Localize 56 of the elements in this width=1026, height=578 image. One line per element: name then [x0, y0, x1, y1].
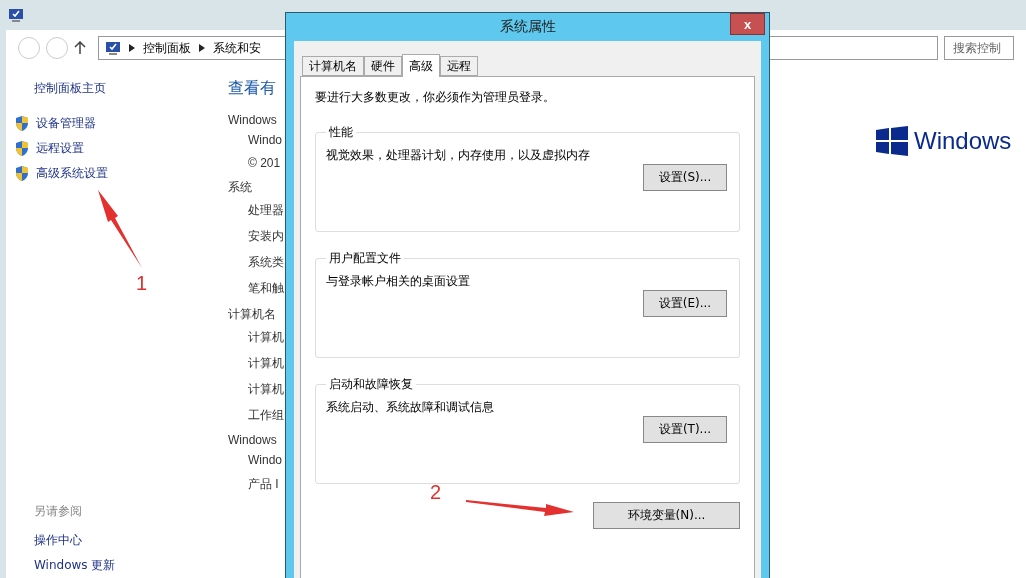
sidebar-link[interactable]: 高级系统设置 — [36, 165, 108, 182]
windows-logo-text: Windows — [914, 127, 1012, 155]
tab[interactable]: 计算机名 — [302, 56, 364, 76]
sidebar-link[interactable]: 远程设置 — [36, 140, 84, 157]
computer-icon — [105, 40, 121, 56]
tab[interactable]: 硬件 — [364, 56, 402, 76]
close-button[interactable]: x — [730, 13, 765, 35]
info-label: 计算机 — [248, 330, 284, 344]
info-label: Windo — [248, 453, 282, 467]
info-label: 处理器 — [248, 203, 284, 217]
settings-button[interactable]: 设置(S)... — [643, 164, 727, 191]
info-label: 笔和触 — [248, 281, 284, 295]
info-label: 安装内 — [248, 229, 284, 243]
info-label: 产品 I — [248, 477, 279, 491]
sidebar-link[interactable]: 设备管理器 — [36, 115, 96, 132]
admin-notice: 要进行大多数更改，你必须作为管理员登录。 — [315, 89, 556, 106]
tab[interactable]: 高级 — [402, 54, 440, 77]
info-label: 工作组 — [248, 408, 284, 422]
group-title: 性能 — [328, 124, 354, 141]
up-arrow-icon[interactable] — [74, 41, 86, 55]
group-description: 视觉效果，处理器计划，内存使用，以及虚拟内存 — [326, 147, 591, 164]
settings-button[interactable]: 设置(E)... — [643, 290, 727, 317]
search-field[interactable]: 搜索控制 — [944, 36, 1014, 60]
shield-icon — [14, 115, 30, 132]
computer-icon — [8, 7, 24, 23]
dialog-title: 系统属性 — [499, 18, 556, 36]
environment-variables-button[interactable]: 环境变量(N)... — [593, 502, 740, 529]
section-title: 系统 — [228, 179, 252, 196]
section-title: 计算机名 — [228, 306, 276, 323]
group-title: 启动和故障恢复 — [328, 376, 414, 393]
group-description: 与登录帐户相关的桌面设置 — [326, 273, 471, 290]
section-title: Windows — [228, 433, 277, 447]
annotation-number: 1 — [136, 272, 148, 295]
breadcrumb[interactable]: 控制面板 — [143, 39, 191, 57]
chevron-icon — [199, 44, 205, 52]
sidebar-link[interactable]: Windows 更新 — [34, 553, 220, 578]
see-also-label: 另请参阅 — [34, 503, 83, 520]
shield-icon — [14, 165, 30, 182]
info-label: 计算机 — [248, 356, 284, 370]
annotation-number: 2 — [430, 481, 442, 504]
sidebar-link[interactable]: 操作中心 — [34, 528, 220, 553]
chevron-icon — [129, 44, 135, 52]
info-label: 计算机 — [248, 382, 284, 396]
page-heading: 查看有 — [228, 78, 276, 98]
info-label: Windo — [248, 133, 282, 147]
settings-button[interactable]: 设置(T)... — [643, 416, 727, 443]
shield-icon — [14, 140, 30, 157]
group-description: 系统启动、系统故障和调试信息 — [326, 399, 495, 416]
sidebar-link[interactable]: 控制面板主页 — [34, 80, 220, 97]
breadcrumb[interactable]: 系统和安 — [213, 39, 261, 57]
tab[interactable]: 远程 — [440, 56, 478, 76]
info-label: 系统类 — [248, 255, 284, 269]
section-title: Windows — [228, 113, 277, 127]
windows-logo-icon — [876, 126, 908, 156]
group-title: 用户配置文件 — [328, 250, 402, 267]
info-label: © 201 — [248, 156, 281, 170]
